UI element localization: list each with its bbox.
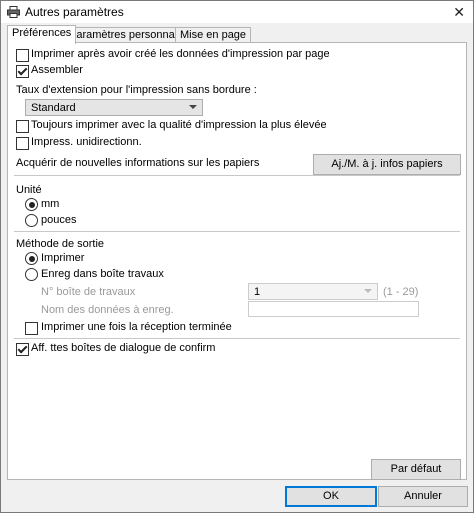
paper-info-label: Acquérir de nouvelles informations sur l… (16, 157, 260, 169)
confirm-dialogs-label[interactable]: Aff. ttes boîtes de dialogue de confirm (31, 342, 215, 355)
highest-quality-checkbox[interactable] (16, 120, 29, 133)
preferences-panel: Imprimer après avoir créé les données d'… (7, 42, 467, 480)
unit-mm-radio[interactable] (25, 198, 38, 211)
box-number-value: 1 (254, 286, 261, 298)
window-title: Autres paramètres (25, 5, 124, 19)
expansion-select[interactable]: Standard (25, 99, 203, 116)
box-number-select[interactable]: 1 (248, 283, 378, 300)
divider (14, 231, 460, 232)
print-on-receive-label[interactable]: Imprimer une fois la réception terminée (41, 321, 232, 334)
divider (14, 338, 460, 339)
unit-inches-label[interactable]: pouces (41, 214, 76, 227)
output-method-label: Méthode de sortie (16, 238, 105, 250)
update-paper-info-button[interactable]: Aj./M. à j. infos papiers (313, 154, 461, 175)
highest-quality-label[interactable]: Toujours imprimer avec la qualité d'impr… (31, 119, 327, 132)
unidirectional-label[interactable]: Impress. unidirectionn. (31, 136, 142, 149)
tab-page-setup[interactable]: Mise en page (175, 27, 252, 43)
output-print-label[interactable]: Imprimer (41, 252, 84, 265)
box-number-range: (1 - 29) (383, 286, 419, 298)
tab-preferences[interactable]: Préférences (7, 25, 77, 44)
collate-checkbox[interactable] (16, 65, 29, 78)
unit-mm-label[interactable]: mm (41, 198, 59, 211)
print-after-create-label[interactable]: Imprimer après avoir créé les données d'… (31, 48, 330, 61)
expansion-select-value: Standard (31, 102, 76, 114)
close-icon[interactable]: ✕ (453, 4, 465, 21)
settings-dialog: Autres paramètres ✕ Préférences Paramètr… (0, 0, 474, 513)
unit-inches-radio[interactable] (25, 214, 38, 227)
chevron-down-icon (189, 105, 197, 109)
defaults-button[interactable]: Par défaut (371, 459, 461, 480)
data-name-input[interactable] (248, 301, 419, 317)
confirm-dialogs-checkbox[interactable] (16, 343, 29, 356)
divider (14, 175, 460, 176)
output-store-label[interactable]: Enreg dans boîte travaux (41, 268, 164, 281)
ok-button[interactable]: OK (285, 486, 377, 507)
cancel-button[interactable]: Annuler (378, 486, 468, 507)
collate-label[interactable]: Assembler (31, 64, 83, 77)
output-store-radio[interactable] (25, 268, 38, 281)
title-bar: Autres paramètres ✕ (1, 1, 473, 23)
expansion-label: Taux d'extension pour l'impression sans … (16, 84, 257, 96)
chevron-down-icon (364, 289, 372, 293)
unit-label: Unité (16, 184, 42, 196)
print-on-receive-checkbox[interactable] (25, 322, 38, 335)
printer-icon (7, 6, 20, 18)
unidirectional-checkbox[interactable] (16, 137, 29, 150)
output-print-radio[interactable] (25, 252, 38, 265)
box-number-label: N° boîte de travaux (41, 286, 136, 298)
data-name-label: Nom des données à enreg. (41, 304, 174, 316)
print-after-create-checkbox[interactable] (16, 49, 29, 62)
